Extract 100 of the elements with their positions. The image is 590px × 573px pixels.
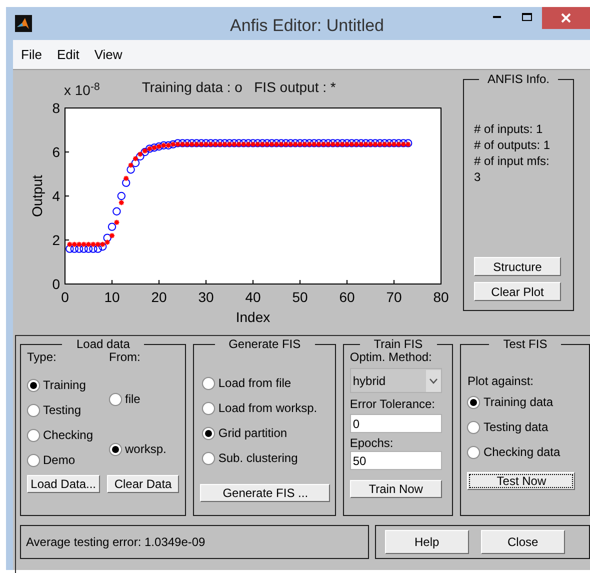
radio-button[interactable]: worksp.: [109, 440, 166, 458]
circle-marker: [334, 139, 342, 148]
tick-label: 4: [52, 188, 60, 204]
circle-marker: [70, 244, 78, 253]
epochs-field[interactable]: 50: [350, 451, 442, 470]
push-button[interactable]: Structure: [474, 257, 561, 276]
radio-button[interactable]: Testing data: [467, 418, 583, 436]
circle-marker: [112, 207, 121, 216]
circle-marker: [192, 139, 201, 148]
radio-button[interactable]: Load from file: [202, 374, 329, 392]
scale-label: x 10$^{-8}$: [64, 83, 100, 97]
circle-marker: [348, 139, 356, 148]
radio-button[interactable]: Checking data: [467, 443, 583, 461]
circle-marker: [399, 139, 408, 148]
circle-marker: [376, 139, 384, 148]
circle-marker: [263, 139, 272, 148]
close-icon: [561, 13, 571, 23]
circle-marker: [94, 244, 102, 253]
tick-label: 6: [52, 144, 60, 160]
circle-marker: [211, 139, 220, 148]
circle-marker: [89, 244, 98, 253]
circle-marker: [300, 139, 309, 148]
push-button[interactable]: Clear Plot: [474, 282, 561, 301]
circle-marker: [80, 244, 88, 253]
circle-marker: [240, 139, 248, 148]
field-label: Type:: [27, 350, 58, 364]
tick-label: 20: [151, 289, 167, 305]
method-dropdown[interactable]: hybrid: [350, 368, 442, 393]
push-button[interactable]: Generate FIS ...: [200, 484, 330, 502]
radio-button[interactable]: Sub. clustering: [202, 449, 329, 467]
tick-label: 50: [292, 289, 308, 305]
circle-marker: [225, 139, 234, 148]
circle-marker: [202, 139, 210, 148]
close-button[interactable]: [542, 7, 590, 29]
tick-label: 10: [104, 289, 120, 305]
caret-icon: [426, 370, 441, 392]
circle-marker: [220, 139, 229, 148]
menu-item[interactable]: View: [88, 44, 128, 64]
star-marker: [123, 175, 130, 182]
tick-label: 80: [433, 289, 449, 305]
info-text: # of input mfs:: [474, 153, 550, 169]
window-title: Anfis Editor: Untitled: [230, 15, 384, 37]
circle-marker: [310, 139, 318, 148]
tick-label: 70: [386, 289, 402, 305]
info-text: # of inputs: 1: [474, 121, 544, 137]
radio-button[interactable]: Training: [27, 376, 109, 394]
circle-marker: [108, 222, 116, 231]
radio-button[interactable]: Testing: [27, 401, 109, 419]
circle-marker: [390, 139, 398, 148]
circle-marker: [248, 139, 258, 148]
circle-marker: [352, 139, 360, 148]
circle-marker: [291, 139, 300, 148]
circle-marker: [140, 148, 149, 156]
field-label: From:: [109, 350, 142, 364]
push-button[interactable]: Clear Data: [106, 475, 180, 493]
circle-marker: [197, 139, 206, 148]
circle-marker: [84, 244, 93, 253]
circle-marker: [357, 139, 366, 148]
circle-marker: [136, 152, 144, 160]
radio-button[interactable]: Checking: [27, 426, 109, 444]
push-button[interactable]: Close: [480, 530, 565, 554]
radio-button[interactable]: file: [109, 390, 166, 408]
field-label: Error Tolerance:: [350, 397, 436, 411]
circle-marker: [268, 139, 276, 148]
circle-marker: [319, 139, 328, 148]
push-button[interactable]: Test Now: [467, 472, 576, 490]
circle-marker: [380, 139, 389, 148]
circle-marker: [324, 139, 332, 148]
group-title: ANFIS Info.: [486, 73, 551, 85]
circle-marker: [254, 139, 262, 148]
tick-label: 40: [245, 289, 261, 305]
axis-label: Output: [29, 174, 45, 218]
field-label: Optim. Method:: [350, 350, 433, 364]
tick-label: 60: [339, 289, 355, 305]
circle-marker: [103, 234, 112, 242]
menu-item[interactable]: Edit: [50, 44, 86, 64]
circle-marker: [272, 139, 281, 148]
circle-marker: [305, 139, 314, 148]
circle-marker: [98, 242, 107, 251]
push-button[interactable]: Train Now: [350, 480, 442, 498]
tick-label: 8: [52, 100, 60, 116]
field-label: Epochs:: [350, 436, 394, 450]
circle-marker: [366, 139, 375, 148]
circle-marker: [328, 139, 337, 148]
circle-marker: [122, 178, 130, 187]
radio-button[interactable]: Load from worksp.: [202, 399, 329, 417]
circle-marker: [234, 139, 243, 148]
radio-button[interactable]: Grid partition: [202, 424, 329, 442]
circle-marker: [404, 139, 412, 148]
circle-marker: [126, 166, 135, 174]
circle-marker: [342, 139, 352, 148]
circle-marker: [131, 158, 140, 168]
circle-marker: [188, 139, 196, 148]
circle-marker: [230, 139, 238, 148]
menu-item[interactable]: File: [15, 44, 48, 64]
tolerance-field[interactable]: 0: [350, 414, 442, 433]
radio-button[interactable]: Demo: [27, 451, 109, 469]
push-button[interactable]: Load Data...: [27, 475, 100, 493]
push-button[interactable]: Help: [384, 530, 469, 554]
radio-button[interactable]: Training data: [467, 393, 583, 411]
